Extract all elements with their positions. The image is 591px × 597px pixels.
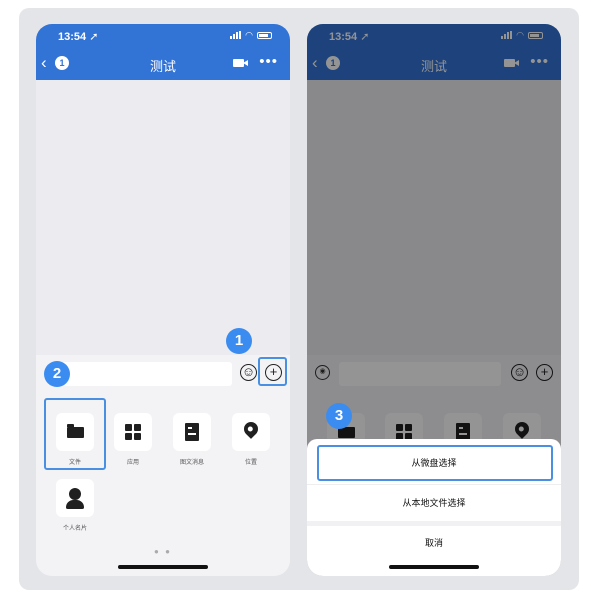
plus-highlight [258,357,287,386]
tile [173,413,211,451]
battery-icon [257,31,272,39]
step-callout-3: 3 [326,403,352,429]
weipan-highlight [317,445,553,481]
signal-icon [230,31,242,39]
file-highlight [44,398,106,470]
apps-grid-icon [125,424,141,440]
phone-right: 13:54 ➚ ◠ ‹ 1 测试 ••• ◉ ☺ + 从微盘选择 从本地文件选择… [307,24,561,576]
more-icon[interactable]: ••• [259,53,278,70]
home-indicator [389,565,479,569]
emoji-icon[interactable]: ☺ [240,364,257,381]
chat-title: 测试 [149,59,176,74]
document-icon [185,423,199,441]
attach-label: 个人名片 [62,526,87,532]
attach-label: 位置 [244,460,257,466]
status-icons: ◠ [230,30,272,40]
tile [232,413,270,451]
video-call-icon[interactable] [233,59,248,67]
phone-left: 13:54 ➚ ◠ ‹ 1 测试 ••• ☺ + 文件 应用 图文消息 位置 个… [36,24,290,576]
attach-label: 图文消息 [179,460,204,466]
tile [114,413,152,451]
message-input[interactable] [50,362,232,386]
attach-label: 应用 [126,460,139,466]
page-indicator: ● ● [154,547,172,556]
attach-item-apps[interactable]: 应用 [114,413,152,466]
tile [56,479,94,517]
home-indicator [118,565,208,569]
contact-card-icon [66,488,84,509]
step-callout-2: 2 [44,361,70,387]
nav-bar: ‹ 1 测试 ••• [36,48,290,80]
attach-item-contact[interactable]: 个人名片 [56,479,94,532]
attach-item-article[interactable]: 图文消息 [173,413,211,466]
step-callout-1: 1 [226,328,252,354]
attach-item-location[interactable]: 位置 [232,413,270,466]
status-bar: 13:54 ➚ ◠ [36,24,290,48]
cancel-button[interactable]: 取消 [307,525,561,561]
wifi-icon: ◠ [245,30,253,40]
status-time: 13:54 ➚ [58,31,99,43]
chat-area [36,80,290,355]
input-bar: ☺ + [36,355,290,397]
location-pin-icon [241,419,261,439]
option-from-local-files[interactable]: 从本地文件选择 [307,484,561,521]
